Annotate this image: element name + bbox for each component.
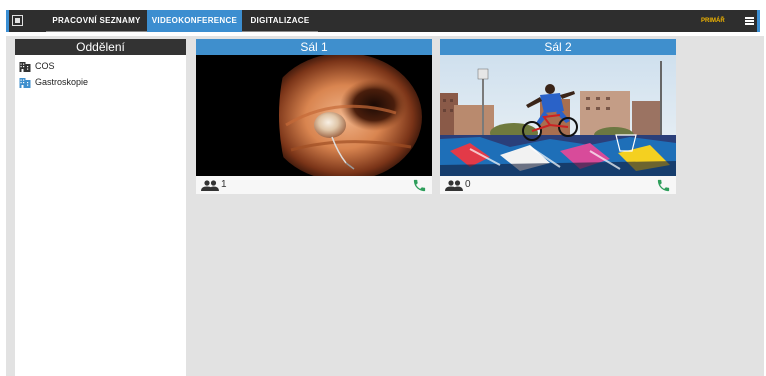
tab-videokonference[interactable]: VIDEOKONFERENCE	[147, 10, 242, 32]
building-icon	[19, 78, 31, 88]
sidebar-title: Oddělení	[15, 39, 186, 55]
bmx-video-image	[440, 55, 676, 176]
hamburger-menu-icon[interactable]	[745, 17, 754, 25]
tab-pracovni-seznamy[interactable]: PRACOVNÍ SEZNAMY	[46, 10, 147, 32]
video-feed-endoscopy[interactable]	[196, 55, 432, 176]
room-card-sal-2[interactable]: Sál 2 0	[440, 39, 676, 194]
tab-digitalizace[interactable]: DIGITALIZACE	[242, 10, 318, 32]
building-icon	[19, 62, 31, 72]
room-title: Sál 2	[440, 39, 676, 55]
accent-strip-right	[757, 10, 760, 32]
sidebar-item-cos[interactable]: COS	[19, 59, 179, 73]
room-title: Sál 1	[196, 39, 432, 55]
sidebar-item-label: COS	[35, 61, 55, 71]
sidebar-item-gastroskopie[interactable]: Gastroskopie	[19, 75, 179, 89]
accent-strip-left	[6, 10, 9, 32]
call-icon[interactable]	[656, 178, 671, 193]
user-role-label[interactable]: PRIMÁŘ	[701, 10, 725, 32]
room-footer: 0	[440, 176, 676, 194]
department-sidebar: Oddělení COS Gastroskopie	[15, 39, 186, 376]
participant-count: 1	[221, 179, 227, 190]
people-icon	[445, 180, 463, 191]
participant-count: 0	[465, 179, 471, 190]
endoscopy-video-image	[196, 55, 432, 176]
app-logo-icon[interactable]	[12, 15, 23, 26]
room-footer: 1	[196, 176, 432, 194]
people-icon	[201, 180, 219, 191]
top-navigation-bar: PRACOVNÍ SEZNAMY VIDEOKONFERENCE DIGITAL…	[6, 10, 760, 32]
video-feed-bmx[interactable]	[440, 55, 676, 176]
main-content: Oddělení COS Gastroskopie Sál 1 1 Sál 2 …	[6, 36, 764, 376]
room-card-sal-1[interactable]: Sál 1 1	[196, 39, 432, 194]
sidebar-item-label: Gastroskopie	[35, 77, 89, 87]
call-icon[interactable]	[412, 178, 427, 193]
